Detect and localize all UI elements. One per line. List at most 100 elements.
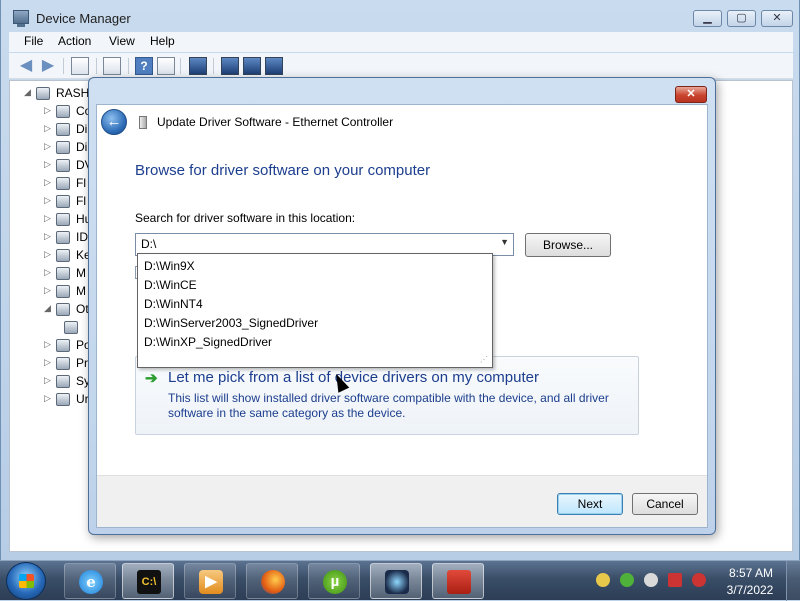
disable-device-icon[interactable] [243,57,261,75]
tree-item-label: ID [76,230,88,244]
firefox-button[interactable] [246,563,298,599]
resize-grip-icon[interactable]: ⋰ [480,355,490,365]
device-icon [56,177,70,190]
window-title: Device Manager [36,11,131,26]
back-arrow-icon[interactable]: ◀ [17,57,35,75]
tray-network-icon[interactable] [668,573,682,587]
toolbar-separator [180,58,181,74]
tree-root-label: RASH [56,86,90,100]
expand-icon[interactable]: ▷ [44,267,51,278]
dropdown-option[interactable]: D:\Win9X [144,259,195,273]
tree-item-label: Di [76,140,88,154]
menu-help[interactable]: Help [150,34,175,48]
menu-view[interactable]: View [109,34,135,48]
device-icon [56,267,70,280]
update-driver-icon[interactable] [221,57,239,75]
dropdown-option[interactable]: D:\WinServer2003_SignedDriver [144,316,318,330]
device-icon [56,375,70,388]
menu-action[interactable]: Action [58,34,91,48]
tray-security-icon[interactable] [644,573,658,587]
expand-icon[interactable]: ▷ [44,123,51,134]
firefox-icon [261,570,285,594]
tray-utorrent-icon[interactable] [620,573,634,587]
dropdown-arrow-icon[interactable]: ▼ [500,237,509,247]
media-player-icon: ▶ [199,570,223,594]
search-location-label: Search for driver software in this locat… [135,211,356,225]
close-button[interactable]: ✕ [761,10,793,27]
device-icon [56,159,70,172]
device-icon [56,339,70,352]
expand-icon[interactable]: ▷ [44,339,51,350]
forward-arrow-icon[interactable]: ▶ [39,57,57,75]
collapse-icon[interactable]: ◢ [24,87,31,98]
help-icon[interactable]: ? [135,57,153,75]
uninstall-device-icon[interactable] [265,57,283,75]
start-button[interactable] [6,562,46,600]
dropdown-option[interactable]: D:\WinXP_SignedDriver [144,335,272,349]
tree-item-label: M [76,284,86,298]
expand-icon[interactable]: ▷ [44,357,51,368]
tray-volume-icon[interactable] [692,573,706,587]
utorrent-button[interactable]: µ [308,563,360,599]
command-prompt-icon: C:\ [137,570,161,594]
page-heading: Browse for driver software on your compu… [135,162,431,179]
taskbar: e C:\ ▶ µ 8:57 AM 3/7/2022 [0,560,800,601]
cancel-button[interactable]: Cancel [632,493,698,515]
clock-date[interactable]: 3/7/2022 [722,583,778,597]
path-value: D:\ [141,237,157,251]
device-icon [56,141,70,154]
back-button[interactable]: ← [101,109,127,135]
tray-shield-icon[interactable] [596,573,610,587]
device-icon [56,123,70,136]
pick-driver-description: This list will show installed driver sof… [168,391,609,420]
dialog-header: ← Update Driver Software - Ethernet Cont… [97,105,707,137]
pick-driver-link[interactable]: Let me pick from a list of device driver… [168,369,539,386]
scan-hardware-icon[interactable] [189,57,207,75]
expand-icon[interactable]: ▷ [44,195,51,206]
dropdown-option[interactable]: D:\WinNT4 [144,297,203,311]
properties-icon[interactable] [103,57,121,75]
next-button[interactable]: Next [557,493,623,515]
media-player-button[interactable]: ▶ [184,563,236,599]
driver-icon [139,116,147,129]
browse-button[interactable]: Browse... [525,233,611,257]
minimize-button[interactable]: ▁ [693,10,722,27]
toolbox-icon [447,570,471,594]
dialog-close-button[interactable]: ✕ [675,86,707,103]
expand-icon[interactable]: ▷ [44,231,51,242]
command-prompt-button[interactable]: C:\ [122,563,174,599]
menu-file[interactable]: File [24,34,43,48]
toolbar-separator [63,58,64,74]
toolbox-button[interactable] [432,563,484,599]
app-button[interactable] [370,563,422,599]
show-hide-console-tree-icon[interactable] [71,57,89,75]
device-icon [56,231,70,244]
maximize-button[interactable]: ▢ [727,10,756,27]
toolbar-separator [96,58,97,74]
tree-item-label: M [76,266,86,280]
update-driver-dialog: ✕ ← Update Driver Software - Ethernet Co… [88,77,716,535]
collapse-icon[interactable]: ◢ [44,303,51,314]
menu-bar: File Action View Help [9,32,793,52]
expand-icon[interactable]: ▷ [44,285,51,296]
computer-icon [36,87,50,100]
expand-icon[interactable]: ▷ [44,177,51,188]
tree-item-label: Di [76,122,88,136]
expand-icon[interactable]: ▷ [44,393,51,404]
expand-icon[interactable]: ▷ [44,141,51,152]
action-pane-icon[interactable] [157,57,175,75]
clock-time[interactable]: 8:57 AM [726,566,776,580]
toolbar-separator [213,58,214,74]
expand-icon[interactable]: ▷ [44,375,51,386]
show-desktop-button[interactable] [786,561,800,601]
expand-icon[interactable]: ▷ [44,159,51,170]
toolbar: ◀ ▶ ? [9,53,793,79]
expand-icon[interactable]: ▷ [44,249,51,260]
internet-explorer-button[interactable]: e [64,563,116,599]
tree-item-label: Pr [76,356,88,370]
title-bar[interactable]: Device Manager ▁ ▢ ✕ [1,0,800,32]
device-icon [56,213,70,226]
expand-icon[interactable]: ▷ [44,105,51,116]
expand-icon[interactable]: ▷ [44,213,51,224]
dropdown-option[interactable]: D:\WinCE [144,278,197,292]
